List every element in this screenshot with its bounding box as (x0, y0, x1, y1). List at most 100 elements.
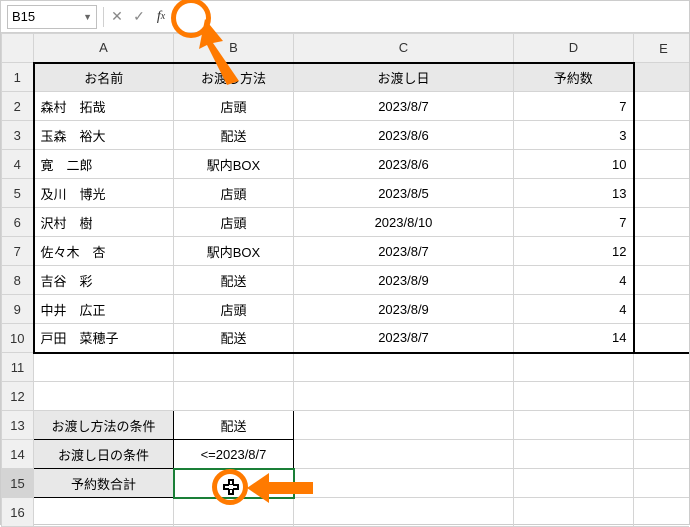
cell[interactable] (34, 382, 174, 411)
cell-A15[interactable]: 予約数合計 (34, 469, 174, 498)
cell[interactable] (634, 469, 690, 498)
col-header-A[interactable]: A (34, 34, 174, 63)
formula-input[interactable] (172, 5, 689, 29)
cell[interactable] (294, 440, 514, 469)
cell[interactable]: 3 (514, 121, 634, 150)
fx-icon[interactable]: fx (150, 6, 172, 28)
row-header[interactable]: 4 (2, 150, 34, 179)
cell[interactable] (634, 411, 690, 440)
cell[interactable]: 2023/8/10 (294, 208, 514, 237)
cell-B1[interactable]: お渡し方法 (174, 63, 294, 92)
cell[interactable]: 寛 二郎 (34, 150, 174, 179)
cell[interactable] (174, 382, 294, 411)
row-header[interactable]: 1 (2, 63, 34, 92)
cell[interactable] (634, 324, 690, 353)
col-header-E[interactable]: E (634, 34, 690, 63)
cell[interactable]: 森村 拓哉 (34, 92, 174, 121)
cell[interactable]: 沢村 樹 (34, 208, 174, 237)
cell[interactable]: 2023/8/9 (294, 295, 514, 324)
cell[interactable]: 店頭 (174, 208, 294, 237)
col-header-C[interactable]: C (294, 34, 514, 63)
cell-E1[interactable] (634, 63, 690, 92)
cell[interactable]: 及川 博光 (34, 179, 174, 208)
row-header[interactable]: 2 (2, 92, 34, 121)
cell-A1[interactable]: お名前 (34, 63, 174, 92)
cell[interactable] (294, 498, 514, 527)
cell[interactable]: 駅内BOX (174, 237, 294, 266)
cell-B15-selected[interactable] (174, 469, 294, 498)
cell[interactable] (634, 179, 690, 208)
cell[interactable]: 2023/8/6 (294, 121, 514, 150)
cancel-icon[interactable]: ✕ (106, 6, 128, 28)
spreadsheet-grid[interactable]: A B C D E 1 お名前 お渡し方法 お渡し日 予約数 2 森村 拓哉 店… (1, 33, 689, 527)
cell[interactable]: 中井 広正 (34, 295, 174, 324)
cell[interactable] (634, 498, 690, 527)
row-header[interactable]: 13 (2, 411, 34, 440)
cell[interactable] (34, 353, 174, 382)
cell[interactable] (34, 498, 174, 527)
cell[interactable] (634, 440, 690, 469)
cell[interactable]: 2023/8/7 (294, 324, 514, 353)
cell-C1[interactable]: お渡し日 (294, 63, 514, 92)
cell[interactable] (514, 440, 634, 469)
cell[interactable]: 2023/8/6 (294, 150, 514, 179)
row-header[interactable]: 6 (2, 208, 34, 237)
cell[interactable]: 2023/8/7 (294, 237, 514, 266)
cell[interactable]: 7 (514, 92, 634, 121)
cell[interactable] (634, 150, 690, 179)
row-header[interactable]: 14 (2, 440, 34, 469)
cell[interactable]: 佐々木 杏 (34, 237, 174, 266)
cell[interactable] (634, 382, 690, 411)
cell[interactable] (634, 92, 690, 121)
cell[interactable] (634, 237, 690, 266)
cell[interactable]: 4 (514, 295, 634, 324)
cell[interactable] (294, 382, 514, 411)
cell[interactable]: 駅内BOX (174, 150, 294, 179)
cell[interactable] (514, 411, 634, 440)
cell[interactable] (634, 208, 690, 237)
cell[interactable]: 2023/8/9 (294, 266, 514, 295)
cell[interactable] (634, 121, 690, 150)
cell[interactable] (174, 498, 294, 527)
cell[interactable]: 配送 (174, 121, 294, 150)
cell-A13[interactable]: お渡し方法の条件 (34, 411, 174, 440)
select-all-corner[interactable] (2, 34, 34, 63)
cell[interactable] (634, 266, 690, 295)
row-header[interactable]: 11 (2, 353, 34, 382)
cell[interactable] (294, 411, 514, 440)
cell[interactable]: 戸田 菜穂子 (34, 324, 174, 353)
row-header[interactable]: 7 (2, 237, 34, 266)
row-header[interactable]: 3 (2, 121, 34, 150)
accept-icon[interactable]: ✓ (128, 6, 150, 28)
cell[interactable]: 玉森 裕大 (34, 121, 174, 150)
col-header-D[interactable]: D (514, 34, 634, 63)
cell[interactable]: 配送 (174, 266, 294, 295)
row-header[interactable]: 9 (2, 295, 34, 324)
cell[interactable]: 12 (514, 237, 634, 266)
cell-D1[interactable]: 予約数 (514, 63, 634, 92)
cell[interactable] (514, 469, 634, 498)
cell[interactable] (174, 353, 294, 382)
cell[interactable]: 4 (514, 266, 634, 295)
cell[interactable]: 2023/8/5 (294, 179, 514, 208)
cell[interactable]: 配送 (174, 324, 294, 353)
cell[interactable] (634, 353, 690, 382)
row-header[interactable]: 10 (2, 324, 34, 353)
cell[interactable]: 店頭 (174, 295, 294, 324)
cell[interactable] (514, 382, 634, 411)
row-header[interactable]: 15 (2, 469, 34, 498)
cell-B13[interactable]: 配送 (174, 411, 294, 440)
cell[interactable]: 店頭 (174, 92, 294, 121)
cell[interactable] (634, 295, 690, 324)
row-header[interactable]: 12 (2, 382, 34, 411)
col-header-B[interactable]: B (174, 34, 294, 63)
cell[interactable]: 14 (514, 324, 634, 353)
name-box[interactable]: B15 ▼ (7, 5, 97, 29)
row-header[interactable]: 16 (2, 498, 34, 527)
cell[interactable]: 吉谷 彩 (34, 266, 174, 295)
row-header[interactable]: 5 (2, 179, 34, 208)
cell[interactable]: 10 (514, 150, 634, 179)
cell[interactable]: 7 (514, 208, 634, 237)
cell[interactable] (514, 498, 634, 527)
cell[interactable]: 2023/8/7 (294, 92, 514, 121)
